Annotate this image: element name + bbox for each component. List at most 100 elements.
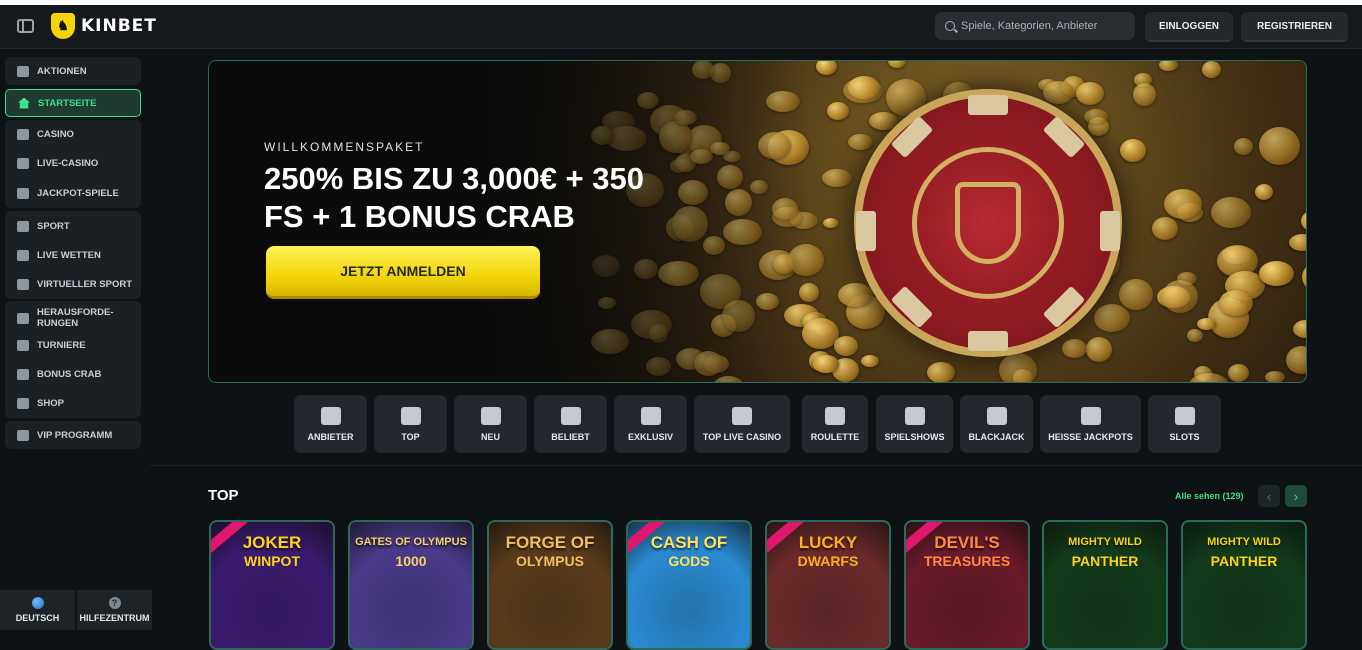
game-tile[interactable]: CASH OF GODS	[626, 520, 752, 650]
sidebar-item-aktionen[interactable]: AKTIONEN	[5, 57, 141, 85]
sidebar-item-label: HERAUSFORDE- RUNGEN	[37, 307, 114, 329]
cards-icon	[17, 128, 29, 140]
sidebar-item-label: CASINO	[37, 128, 74, 140]
category-9[interactable]: HEISSE JACKPOTS	[1040, 395, 1141, 453]
ball-icon	[17, 220, 29, 232]
lion-crest-icon	[955, 182, 1021, 264]
sidebar-item-startseite[interactable]: STARTSEITE	[5, 89, 141, 117]
lion-shield-icon: ♞	[51, 13, 75, 39]
game-title: JOKER	[242, 533, 302, 552]
register-button[interactable]: REGISTRIEREN	[1241, 12, 1348, 42]
game-tile[interactable]: FORGE OF OLYMPUS	[487, 520, 613, 650]
challenge-icon	[17, 312, 29, 324]
login-button[interactable]: EINLOGGEN	[1145, 12, 1233, 42]
game-tile[interactable]: MIGHTY WILD PANTHER	[1042, 520, 1168, 650]
sidebar-item-herausforderungen[interactable]: HERAUSFORDE- RUNGEN	[5, 303, 141, 333]
carousel-next-button[interactable]: ›	[1285, 485, 1307, 507]
game-subtitle: TREASURES	[923, 553, 1011, 569]
globe-icon	[31, 597, 44, 609]
category-5[interactable]: TOP LIVE CASINO	[694, 395, 790, 453]
category-1[interactable]: TOP	[374, 395, 447, 453]
diamond-icon	[17, 429, 29, 441]
signup-cta-button[interactable]: JETZT ANMELDEN	[266, 246, 540, 299]
mic-icon	[904, 406, 925, 425]
sidebar-item-vip[interactable]: VIP PROGRAMM	[5, 421, 141, 449]
category-2[interactable]: NEU	[454, 395, 527, 453]
sidebar-item-virtueller-sport[interactable]: VIRTUELLER SPORT	[5, 270, 141, 298]
sidebar-item-label: VIRTUELLER SPORT	[37, 278, 133, 290]
category-10[interactable]: SLOTS	[1148, 395, 1221, 453]
slot-icon	[1174, 406, 1195, 425]
chip-center	[912, 147, 1064, 299]
game-tile[interactable]: LUCKY DWARFS	[765, 520, 891, 650]
sidebar-item-sport[interactable]: SPORT	[5, 212, 141, 240]
category-label: BLACKJACK	[968, 431, 1025, 442]
crab-icon	[17, 368, 29, 380]
search-placeholder: Spiele, Kategorien, Anbieter	[961, 20, 1098, 32]
category-8[interactable]: BLACKJACK	[960, 395, 1033, 453]
sidebar-item-label: BONUS CRAB	[37, 368, 102, 380]
gift-icon	[17, 65, 29, 77]
site-logo[interactable]: ♞ KINBET	[51, 13, 157, 39]
game-tile[interactable]: DEVIL'S TREASURES	[904, 520, 1030, 650]
promo-subtitle: WILLKOMMENSPAKET	[264, 140, 425, 154]
category-3[interactable]: BELIEBT	[534, 395, 607, 453]
game-tile[interactable]: GATES OF OLYMPUS 1000	[348, 520, 474, 650]
game-title: DEVIL'S	[934, 533, 1000, 552]
sidebar-item-live-wetten[interactable]: LIVE WETTEN	[5, 241, 141, 269]
category-label: TOP LIVE CASINO	[702, 431, 782, 442]
sidebar-item-label: STARTSEITE	[38, 97, 97, 109]
search-input[interactable]: Spiele, Kategorien, Anbieter	[935, 12, 1135, 40]
category-label: NEU	[480, 431, 500, 442]
category-label: ROULETTE	[810, 431, 860, 442]
spade-icon	[986, 406, 1007, 425]
game-title: CASH OF	[650, 533, 728, 552]
game-tile[interactable]: MIGHTY WILD PANTHER	[1181, 520, 1307, 650]
category-6[interactable]: ROULETTE	[802, 395, 868, 453]
sidebar-item-shop[interactable]: SHOP	[5, 389, 141, 417]
category-0[interactable]: ANBIETER	[294, 395, 367, 453]
sidebar-item-casino[interactable]: CASINO	[5, 120, 141, 148]
home-icon	[18, 97, 30, 109]
top-header: ♞ KINBET Spiele, Kategorien, Anbieter EI…	[0, 5, 1362, 49]
sidebar-item-label: VIP PROGRAMM	[37, 429, 113, 441]
sidebar-toggle-icon[interactable]	[17, 19, 34, 33]
sidebar-item-bonus-crab[interactable]: BONUS CRAB	[5, 360, 141, 388]
trophy-icon	[17, 339, 29, 351]
category-label: BELIEBT	[551, 431, 590, 442]
live-icon	[17, 249, 29, 261]
crown-icon	[400, 406, 421, 425]
section-title-top: TOP	[208, 487, 239, 504]
promo-banner[interactable]: WILLKOMMENSPAKET 250% BIS ZU 3,000€ + 35…	[208, 60, 1307, 383]
sidebar-item-jackpot[interactable]: JACKPOT-SPIELE	[5, 179, 141, 207]
game-title: GATES OF OLYMPUS	[355, 536, 467, 548]
sidebar-item-live-casino[interactable]: LIVE-CASINO	[5, 149, 141, 177]
sidebar-item-turniere[interactable]: TURNIERE	[5, 331, 141, 359]
search-icon	[945, 21, 955, 31]
section-divider	[150, 465, 1362, 466]
help-icon: ?	[108, 597, 121, 609]
sidebar-item-label: TURNIERE	[37, 339, 86, 351]
flag-icon	[732, 406, 752, 425]
game-subtitle: DWARFS	[797, 553, 859, 569]
help-center-button[interactable]: ? HILFEZENTRUM	[77, 590, 152, 630]
sidebar-group-sport: SPORT LIVE WETTEN VIRTUELLER SPORT	[5, 211, 141, 299]
category-4[interactable]: EXKLUSIV	[614, 395, 687, 453]
bomb-icon	[560, 406, 581, 425]
book-icon	[320, 406, 341, 425]
clover-icon	[480, 406, 501, 425]
sidebar-group-casino: CASINO LIVE-CASINO JACKPOT-SPIELE	[5, 120, 141, 208]
fire-icon	[1080, 406, 1101, 425]
game-subtitle: WINPOT	[244, 553, 300, 569]
see-all-link[interactable]: Alle sehen (129)	[1175, 491, 1244, 501]
logo-text: KINBET	[81, 16, 157, 36]
game-subtitle: PANTHER	[1210, 553, 1278, 569]
carousel-prev-button[interactable]: ‹	[1258, 485, 1280, 507]
game-tile[interactable]: JOKER WINPOT	[209, 520, 335, 650]
sidebar-group-extras: HERAUSFORDE- RUNGEN TURNIERE BONUS CRAB …	[5, 301, 141, 418]
game-title: FORGE OF	[505, 533, 595, 552]
game-subtitle: OLYMPUS	[516, 553, 584, 569]
game-title: LUCKY	[798, 533, 858, 552]
category-7[interactable]: SPIELSHOWS	[876, 395, 953, 453]
language-selector[interactable]: DEUTSCH	[0, 590, 75, 630]
